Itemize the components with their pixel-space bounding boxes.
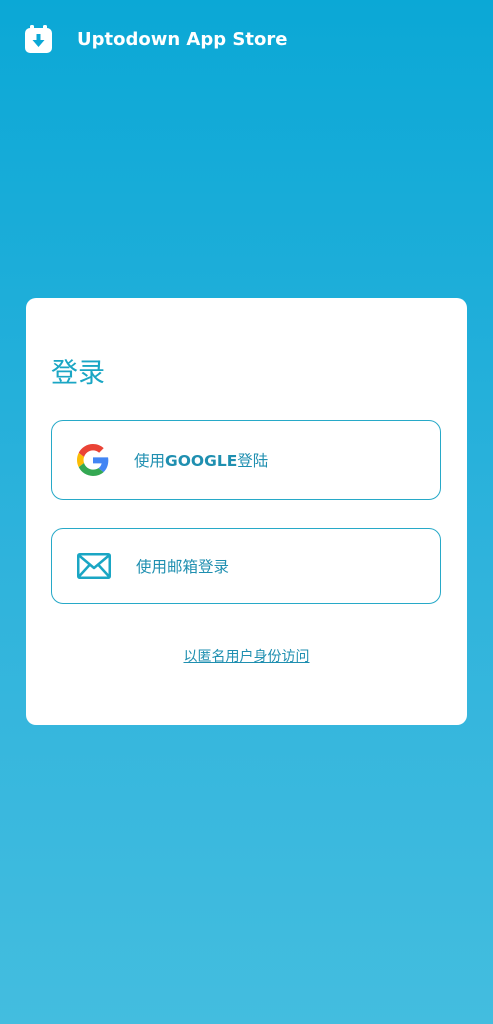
- app-title: Uptodown App Store: [77, 29, 288, 50]
- uptodown-logo-icon: [25, 25, 52, 53]
- login-card: 登录 使用GOOGLE登陆 使用邮箱登录 以匿名用户身份访问: [26, 298, 467, 725]
- google-login-button[interactable]: 使用GOOGLE登陆: [51, 420, 441, 500]
- google-label-brand: GOOGLE: [165, 452, 238, 470]
- google-login-label: 使用GOOGLE登陆: [134, 449, 268, 471]
- top-bar: Uptodown App Store: [0, 0, 493, 80]
- google-label-prefix: 使用: [134, 452, 166, 470]
- mail-icon: [77, 553, 111, 579]
- google-icon: [77, 444, 109, 476]
- google-label-suffix: 登陆: [237, 452, 269, 470]
- email-login-button[interactable]: 使用邮箱登录: [51, 528, 441, 604]
- email-login-label: 使用邮箱登录: [136, 558, 230, 576]
- login-title: 登录: [51, 358, 105, 389]
- anonymous-access-link[interactable]: 以匿名用户身份访问: [26, 646, 467, 666]
